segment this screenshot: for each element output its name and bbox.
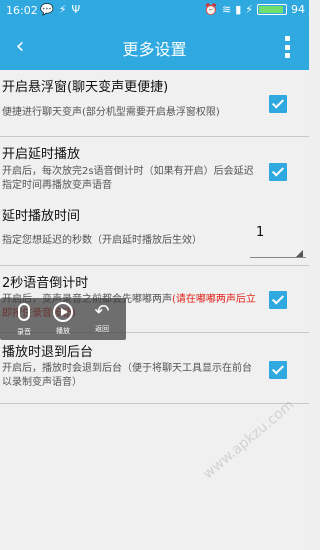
play-icon bbox=[45, 302, 81, 326]
delay-play-checkbox[interactable] bbox=[269, 163, 287, 181]
status-left-icons: 💬 ⚡ Ψ bbox=[40, 3, 80, 16]
alarm-icon: ⏰ bbox=[204, 3, 218, 16]
record-label: 录音 bbox=[17, 328, 31, 336]
battery-icon bbox=[257, 4, 287, 15]
wifi-icon: ≋ bbox=[221, 3, 232, 16]
setting-desc: 开启后，每次放完2s语音倒计时（如果有开启）后会延迟指定时间再播放变声语音 bbox=[2, 166, 254, 191]
setting-title: 开启悬浮窗(聊天变声更便捷) bbox=[2, 80, 169, 95]
status-time: 16:02 bbox=[6, 4, 38, 17]
record-button[interactable]: 录音 bbox=[6, 300, 42, 338]
app-bar: ‹ 更多设置 bbox=[0, 22, 309, 70]
more-vert-icon[interactable] bbox=[283, 36, 291, 58]
play-button[interactable]: 播放 bbox=[45, 300, 81, 338]
microphone-icon bbox=[6, 303, 42, 327]
setting-background-play[interactable]: 播放时退到后台 开启后，播放时会退到后台（便于将聊天工具显示在前台以录制变声语音… bbox=[0, 333, 309, 403]
setting-desc: 开启后，播放时会退到后台（便于将聊天工具显示在前台以录制变声语音） bbox=[2, 363, 252, 388]
floating-window-checkbox[interactable] bbox=[269, 95, 287, 113]
status-right-icons: ⏰ ≋ ▮ ⚡ 94 bbox=[204, 3, 305, 16]
usb-icon: ⚡ bbox=[58, 3, 67, 16]
setting-desc: 便捷进行聊天变声(部分机型需要开启悬浮窗权限) bbox=[2, 107, 220, 118]
setting-title: 播放时退到后台 bbox=[2, 345, 94, 360]
battery-level: 94 bbox=[291, 3, 305, 16]
usb-debug-icon: Ψ bbox=[71, 3, 81, 16]
message-icon: 💬 bbox=[40, 3, 54, 16]
setting-floating-window[interactable]: 开启悬浮窗(聊天变声更便捷) 便捷进行聊天变声(部分机型需要开启悬浮窗权限) bbox=[0, 70, 309, 136]
page-title: 更多设置 bbox=[122, 40, 187, 59]
return-button[interactable]: ↶ 返回 bbox=[84, 300, 120, 338]
setting-delay-play[interactable]: 开启延时播放 开启后，每次放完2s语音倒计时（如果有开启）后会延迟指定时间再播放… bbox=[0, 137, 309, 203]
floating-control-bar[interactable]: 录音 播放 ↶ 返回 bbox=[0, 298, 126, 340]
countdown-checkbox[interactable] bbox=[269, 291, 287, 309]
divider bbox=[0, 403, 309, 404]
return-arrow-icon: ↶ bbox=[94, 301, 110, 322]
setting-title: 开启延时播放 bbox=[2, 147, 81, 162]
charging-icon: ⚡ bbox=[245, 3, 253, 16]
play-label: 播放 bbox=[56, 327, 70, 335]
setting-title: 2秒语音倒计时 bbox=[2, 276, 89, 291]
background-play-checkbox[interactable] bbox=[269, 361, 287, 379]
delay-seconds-value[interactable]: 1 bbox=[256, 225, 264, 240]
status-bar: 16:02 💬 ⚡ Ψ ⏰ ≋ ▮ ⚡ 94 bbox=[0, 0, 309, 22]
spinner-corner-icon[interactable] bbox=[296, 250, 303, 257]
setting-title: 延时播放时间 bbox=[2, 209, 81, 224]
setting-desc: 指定您想延迟的秒数（开启延时播放后生效） bbox=[2, 235, 202, 246]
return-label: 返回 bbox=[95, 325, 109, 333]
setting-delay-time[interactable]: 延时播放时间 指定您想延迟的秒数（开启延时播放后生效） 1 bbox=[0, 203, 309, 265]
spinner-underline bbox=[250, 257, 306, 258]
signal-icon: ▮ bbox=[235, 3, 242, 16]
